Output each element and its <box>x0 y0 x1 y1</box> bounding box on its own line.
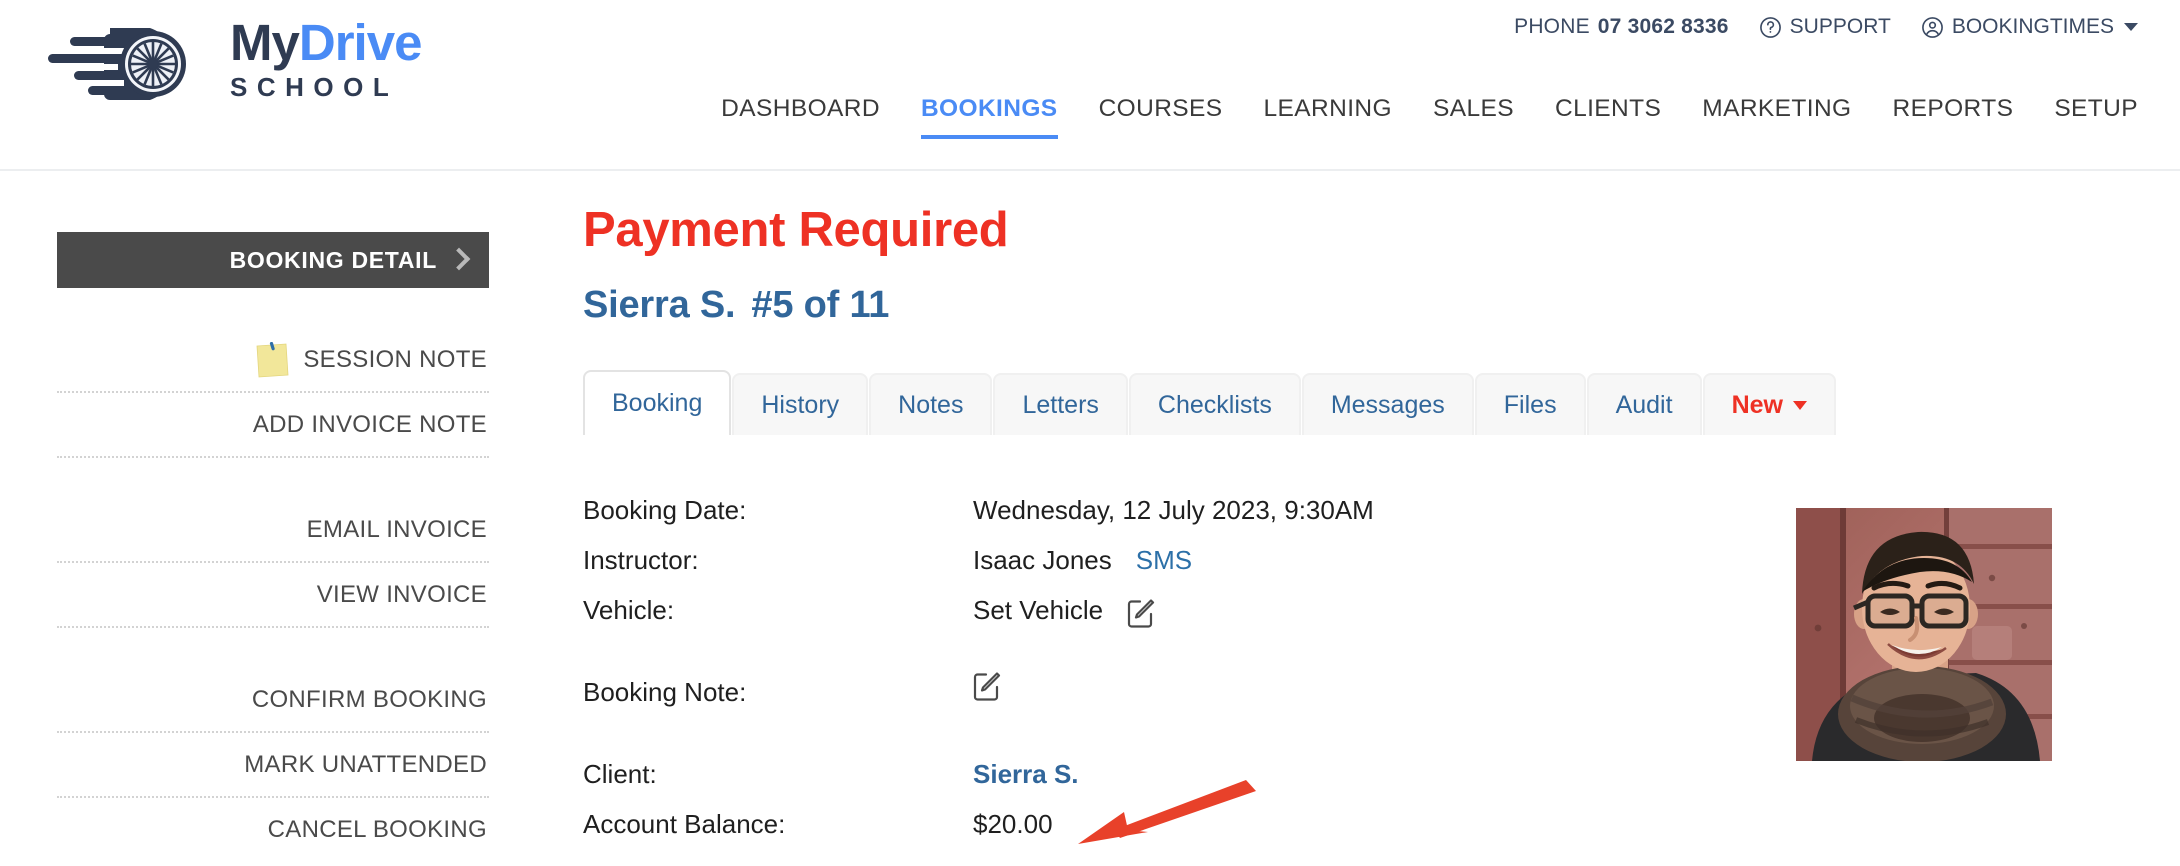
edit-booking-note-icon[interactable] <box>973 667 1003 701</box>
page-root: MyDrive SCHOOL PHONE 07 3062 8336 SUPPOR… <box>0 0 2180 866</box>
header-utility-bar: PHONE 07 3062 8336 SUPPORT BOOKINGTIMES <box>1514 10 2138 44</box>
brand-name-my: My <box>230 14 300 71</box>
booking-date-value: Wednesday, 12 July 2023, 9:30AM <box>973 495 1374 525</box>
sidebar-item-label: CONFIRM BOOKING <box>251 685 487 713</box>
sidebar-item-mark-unattended[interactable]: MARK UNATTENDED <box>57 733 489 796</box>
sidebar-item-label: ADD INVOICE NOTE <box>252 410 487 438</box>
support-link[interactable]: SUPPORT <box>1759 15 1891 39</box>
booking-sidebar: BOOKING DETAIL SESSION NOTE ADD INVOICE … <box>57 232 489 861</box>
help-question-icon <box>1759 16 1782 39</box>
support-label: SUPPORT <box>1789 15 1891 38</box>
brand-wordmark: MyDrive SCHOOL <box>230 16 500 108</box>
field-label: Account Balance: <box>583 809 786 839</box>
sidebar-item-label: MARK UNATTENDED <box>244 750 487 778</box>
tab-label: Notes <box>898 390 964 419</box>
nav-item-learning[interactable]: LEARNING <box>1264 95 1392 139</box>
sidebar-item-add-invoice-note[interactable]: ADD INVOICE NOTE <box>57 393 489 456</box>
sidebar-header-label: BOOKING DETAIL <box>229 246 437 273</box>
tab-letters[interactable]: Letters <box>993 373 1128 435</box>
main-navigation: DASHBOARD BOOKINGS COURSES LEARNING SALE… <box>721 95 2138 151</box>
tab-label: Checklists <box>1157 390 1272 419</box>
tab-label: New <box>1731 390 1783 419</box>
tab-label: Letters <box>1022 390 1099 419</box>
nav-item-dashboard[interactable]: DASHBOARD <box>721 95 880 139</box>
sidebar-item-cancel-booking[interactable]: CANCEL BOOKING <box>57 798 489 861</box>
field-value <box>973 667 1003 701</box>
phone-display: PHONE 07 3062 8336 <box>1514 15 1729 39</box>
field-label: Instructor: <box>583 545 699 575</box>
sticky-note-icon <box>255 341 289 378</box>
sidebar-item-label: CANCEL BOOKING <box>267 815 487 843</box>
sidebar-item-email-invoice[interactable]: EMAIL INVOICE <box>57 498 489 561</box>
account-balance-value: $20.00 <box>973 809 1053 839</box>
tab-label: Audit <box>1615 390 1673 419</box>
sidebar-item-view-invoice[interactable]: VIEW INVOICE <box>57 563 489 626</box>
nav-item-bookings[interactable]: BOOKINGS <box>920 95 1058 139</box>
client-profile-photo <box>1796 508 2052 761</box>
sidebar-item-label: VIEW INVOICE <box>316 580 487 608</box>
brand-logo[interactable]: MyDrive SCHOOL <box>48 14 498 109</box>
sidebar-header-booking-detail[interactable]: BOOKING DETAIL <box>57 232 489 288</box>
field-value: $20.00 <box>973 799 1053 849</box>
account-label: BOOKINGTIMES <box>1951 15 2114 38</box>
field-value: Wednesday, 12 July 2023, 9:30AM <box>973 485 1374 535</box>
sidebar-item-confirm-booking[interactable]: CONFIRM BOOKING <box>57 668 489 731</box>
brand-name-school: SCHOOL <box>230 72 399 102</box>
phone-label: PHONE <box>1514 15 1590 38</box>
chevron-right-icon <box>447 247 471 271</box>
vehicle-value: Set Vehicle <box>973 595 1104 625</box>
tab-audit[interactable]: Audit <box>1586 373 1702 435</box>
tab-files[interactable]: Files <box>1474 373 1586 435</box>
tab-checklists[interactable]: Checklists <box>1128 373 1301 435</box>
wheel-speed-logo-icon <box>48 20 223 106</box>
field-value: Set Vehicle <box>973 585 1157 635</box>
nav-item-clients[interactable]: CLIENTS <box>1555 95 1661 139</box>
phone-number: 07 3062 8336 <box>1597 15 1729 38</box>
tab-label: Booking <box>612 389 703 417</box>
tab-new-dropdown[interactable]: New <box>1702 373 1836 435</box>
field-label: Booking Date: <box>583 495 747 525</box>
page-title-lesson-counter: #5 of 11 <box>751 284 890 326</box>
tab-messages[interactable]: Messages <box>1301 373 1474 435</box>
field-label: Client: <box>583 759 657 789</box>
brand-name-drive: Drive <box>298 14 423 71</box>
field-account-balance: Account Balance: $20.00 <box>583 799 2123 849</box>
nav-item-courses[interactable]: COURSES <box>1099 95 1223 139</box>
nav-item-reports[interactable]: REPORTS <box>1893 95 2014 139</box>
instructor-name-value: Isaac Jones <box>973 545 1112 575</box>
tab-label: History <box>761 390 840 419</box>
field-label: Vehicle: <box>583 595 675 625</box>
client-name-link[interactable]: Sierra S. <box>973 749 1079 799</box>
chevron-down-icon <box>1792 400 1807 410</box>
page-status-title: Payment Required <box>583 203 1009 257</box>
field-value: Isaac Jones SMS <box>973 535 1192 585</box>
instructor-sms-link[interactable]: SMS <box>1136 535 1192 585</box>
tab-label: Files <box>1503 390 1557 419</box>
sidebar-item-session-note[interactable]: SESSION NOTE <box>57 328 489 391</box>
edit-vehicle-icon[interactable] <box>1127 594 1157 628</box>
chevron-down-icon <box>2124 23 2138 31</box>
booking-tabs: Booking History Notes Letters Checklists… <box>583 370 2123 435</box>
field-value: Sierra S. <box>973 749 1079 799</box>
tab-history[interactable]: History <box>732 373 869 435</box>
user-circle-icon <box>1921 16 1944 39</box>
tab-booking[interactable]: Booking <box>583 370 732 435</box>
page-title: Sierra S. #5 of 11 <box>583 282 2123 328</box>
tab-label: Messages <box>1330 390 1445 419</box>
tab-notes[interactable]: Notes <box>869 373 993 435</box>
nav-item-setup[interactable]: SETUP <box>2054 95 2138 139</box>
sidebar-item-label: SESSION NOTE <box>303 345 487 373</box>
page-title-client-name: Sierra S. <box>583 284 736 326</box>
sidebar-item-label: EMAIL INVOICE <box>306 515 487 543</box>
account-menu[interactable]: BOOKINGTIMES <box>1921 15 2138 39</box>
nav-item-marketing[interactable]: MARKETING <box>1702 95 1851 139</box>
field-label: Booking Note: <box>583 677 747 707</box>
nav-item-sales[interactable]: SALES <box>1433 95 1514 139</box>
app-header: MyDrive SCHOOL PHONE 07 3062 8336 SUPPOR… <box>0 0 2180 171</box>
